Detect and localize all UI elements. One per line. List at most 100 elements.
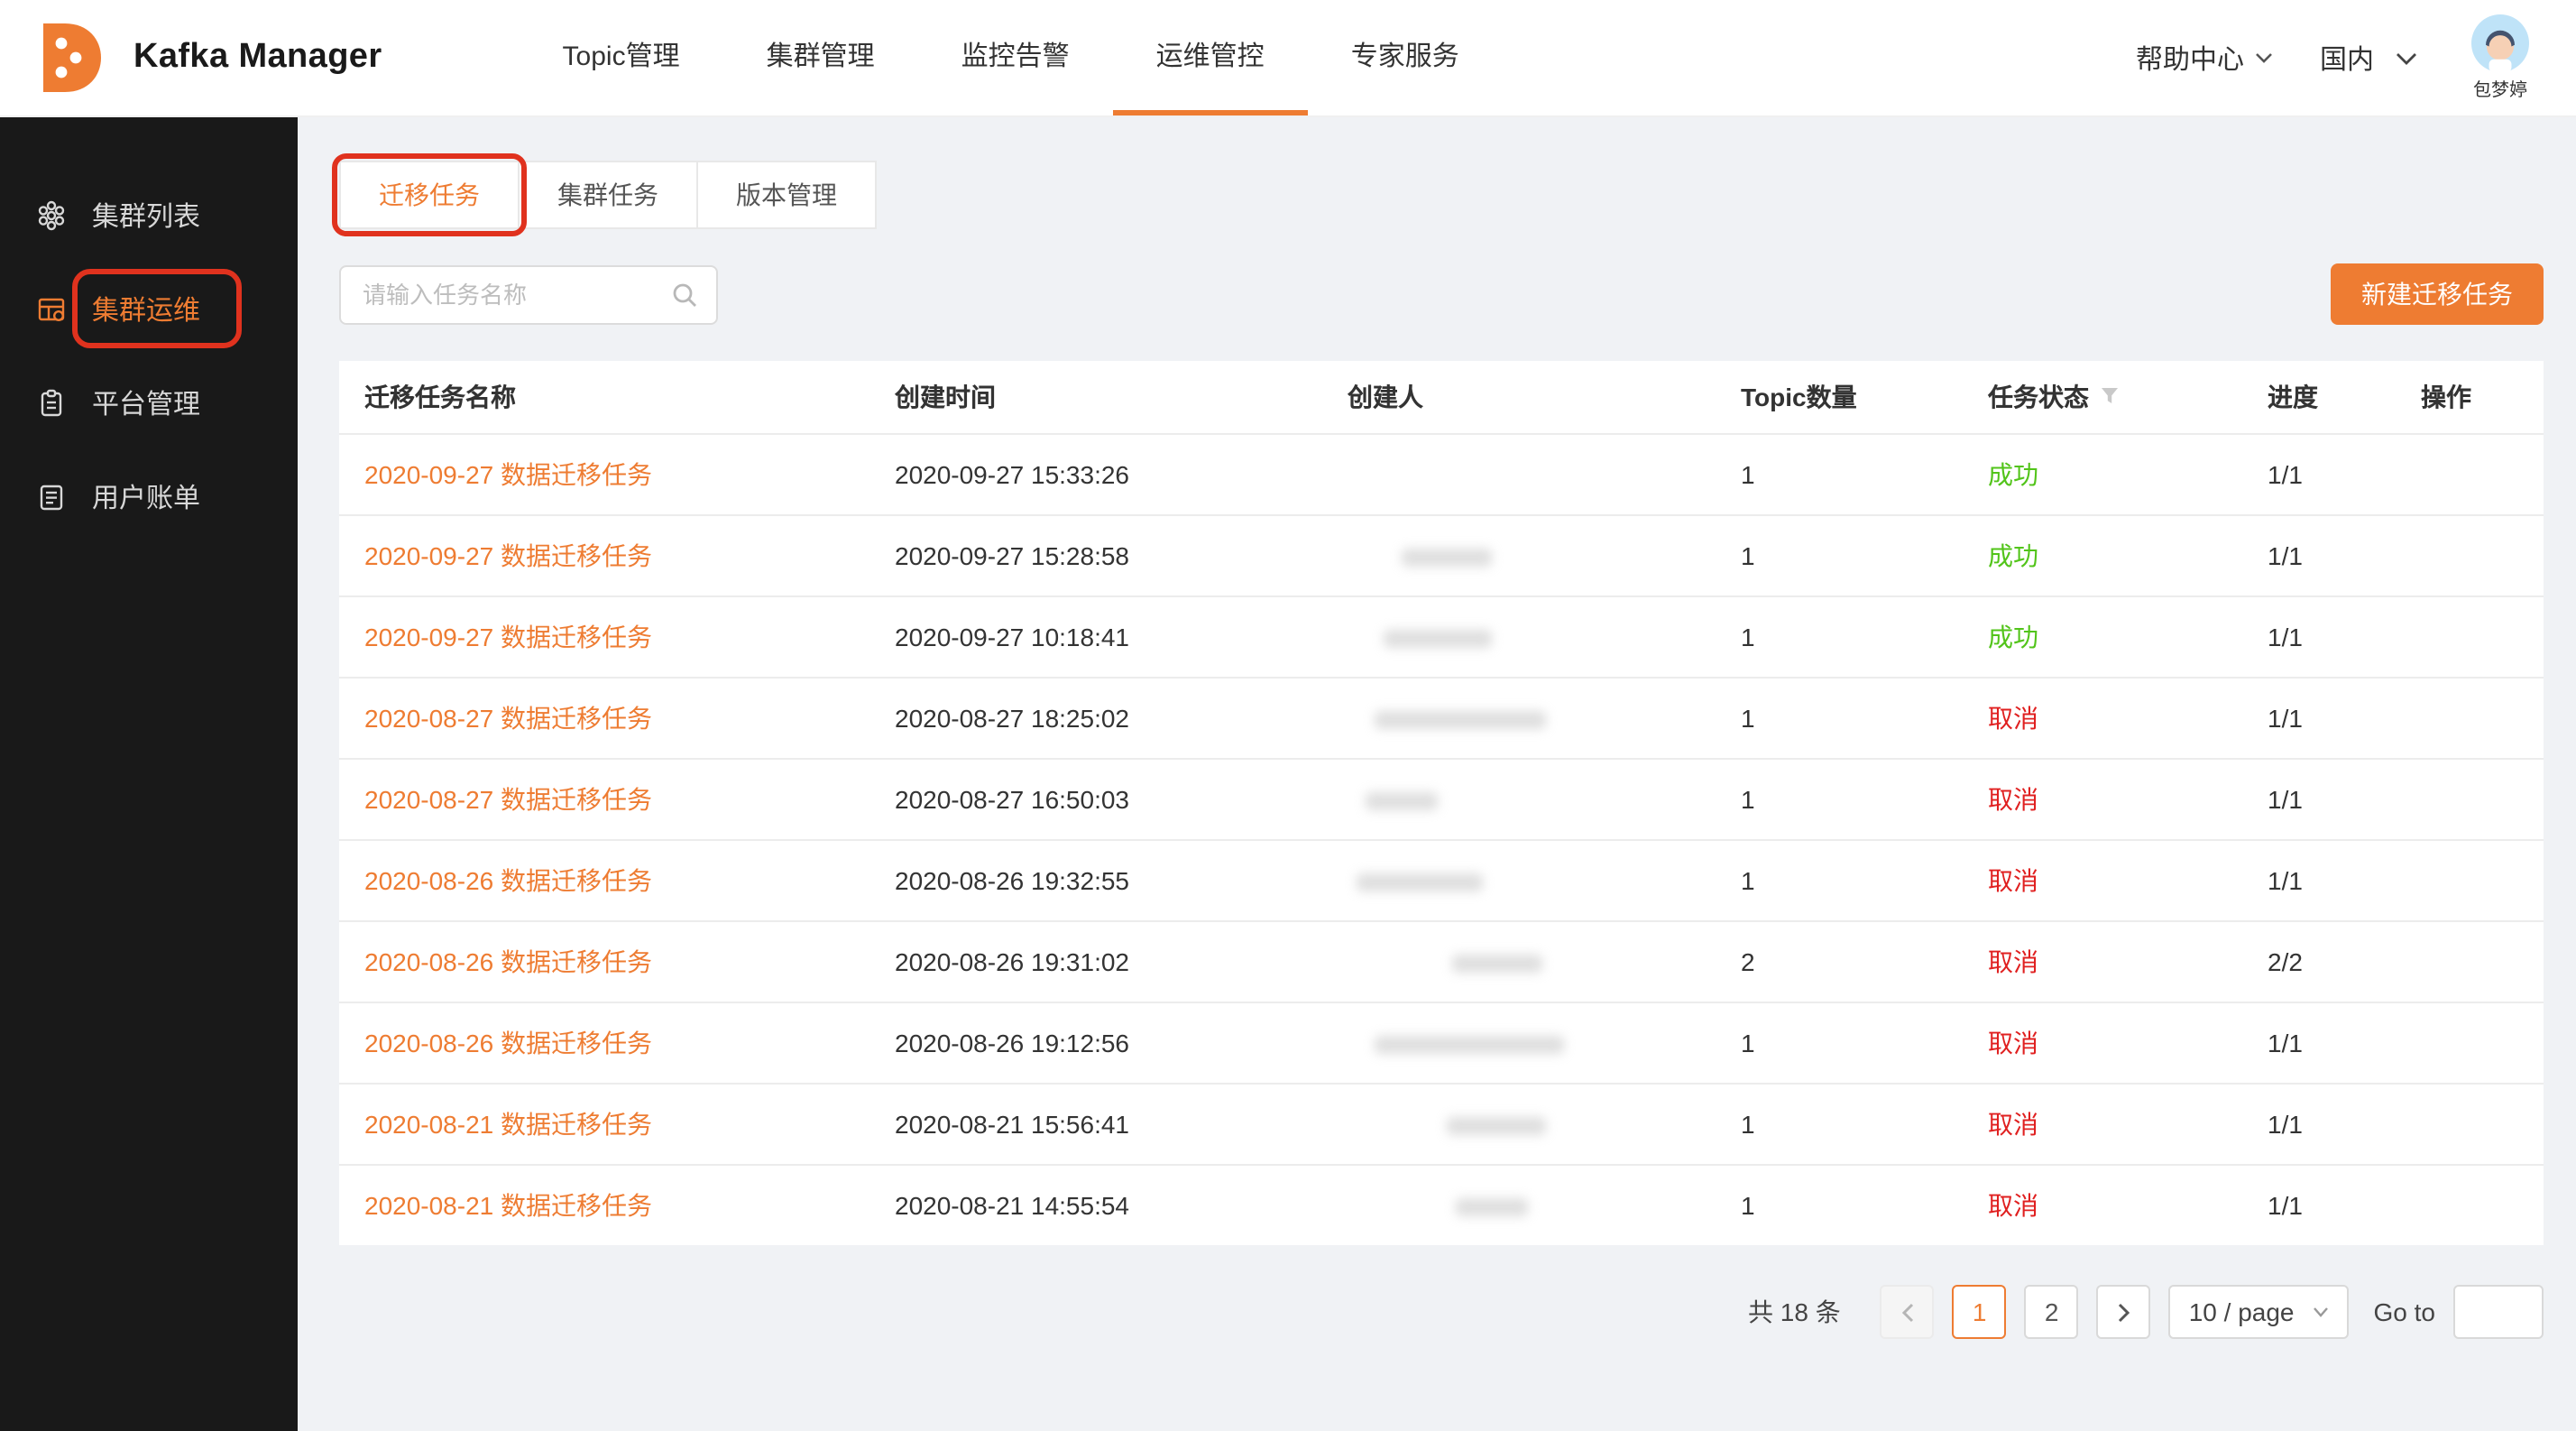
tab-cluster-tasks[interactable]: 集群任务 bbox=[518, 161, 698, 229]
nav-expert-service[interactable]: 专家服务 bbox=[1308, 0, 1503, 115]
task-name-cell: 2020-08-27 数据迁移任务 bbox=[339, 677, 869, 758]
task-link[interactable]: 2020-09-27 数据迁移任务 bbox=[364, 459, 652, 488]
topic-count-cell: 1 bbox=[1716, 839, 1963, 920]
page-size-select[interactable]: 10 / page bbox=[2169, 1285, 2349, 1339]
actions-cell bbox=[2396, 839, 2544, 920]
created-cell: 2020-08-27 16:50:03 bbox=[869, 758, 1322, 839]
table-row: 2020-08-26 数据迁移任务 2020-08-26 19:12:56 1 … bbox=[339, 1002, 2544, 1083]
table-row: 2020-09-27 数据迁移任务 2020-09-27 10:18:41 1 … bbox=[339, 595, 2544, 677]
table-row: 2020-08-21 数据迁移任务 2020-08-21 15:56:41 1 … bbox=[339, 1083, 2544, 1164]
total-count: 共 18 条 bbox=[1748, 1294, 1841, 1330]
tab-label: 迁移任务 bbox=[379, 180, 480, 209]
sidebar-item-label: 用户账单 bbox=[92, 477, 200, 515]
task-link[interactable]: 2020-08-27 数据迁移任务 bbox=[364, 784, 652, 813]
progress-cell: 1/1 bbox=[2242, 1002, 2396, 1083]
task-link[interactable]: 2020-08-26 数据迁移任务 bbox=[364, 1028, 652, 1057]
redacted-creator bbox=[1375, 1036, 1564, 1054]
status-cell: 成功 bbox=[1963, 595, 2242, 677]
created-cell: 2020-09-27 15:28:58 bbox=[869, 514, 1322, 595]
task-name-cell: 2020-08-26 数据迁移任务 bbox=[339, 839, 869, 920]
goto-page-input[interactable] bbox=[2453, 1285, 2544, 1339]
toolbar: 新建迁移任务 bbox=[339, 263, 2544, 325]
redacted-creator bbox=[1452, 955, 1542, 973]
redacted-creator bbox=[1375, 711, 1546, 729]
redacted-creator bbox=[1384, 630, 1492, 648]
topic-count-cell: 1 bbox=[1716, 1083, 1963, 1164]
actions-cell bbox=[2396, 514, 2544, 595]
task-link[interactable]: 2020-08-27 数据迁移任务 bbox=[364, 703, 652, 732]
tab-version-manage[interactable]: 版本管理 bbox=[696, 161, 877, 229]
prev-page-button[interactable] bbox=[1881, 1285, 1935, 1339]
col-task-name: 迁移任务名称 bbox=[339, 361, 869, 433]
main-content: 迁移任务 集群任务 版本管理 bbox=[298, 115, 2576, 1431]
page-button-1[interactable]: 1 bbox=[1953, 1285, 2007, 1339]
task-link[interactable]: 2020-08-26 数据迁移任务 bbox=[364, 865, 652, 894]
col-creator: 创建人 bbox=[1322, 361, 1716, 433]
actions-cell bbox=[2396, 920, 2544, 1002]
table-header-row: 迁移任务名称 创建时间 创建人 Topic数量 任务状态 bbox=[339, 361, 2544, 433]
tab-migration-tasks[interactable]: 迁移任务 bbox=[339, 161, 520, 229]
search-icon[interactable] bbox=[671, 281, 698, 308]
topic-count-cell: 1 bbox=[1716, 1164, 1963, 1245]
status-cell: 取消 bbox=[1963, 1164, 2242, 1245]
region-label: 国内 bbox=[2320, 39, 2374, 77]
task-name-cell: 2020-08-21 数据迁移任务 bbox=[339, 1083, 869, 1164]
next-page-button[interactable] bbox=[2097, 1285, 2151, 1339]
nav-cluster-manage[interactable]: 集群管理 bbox=[723, 0, 918, 115]
nav-topic-manage[interactable]: Topic管理 bbox=[520, 0, 723, 115]
region-selector[interactable]: 国内 bbox=[2320, 39, 2417, 77]
actions-cell bbox=[2396, 758, 2544, 839]
nav-monitor-alert[interactable]: 监控告警 bbox=[918, 0, 1113, 115]
task-name-cell: 2020-09-27 数据迁移任务 bbox=[339, 595, 869, 677]
creator-cell bbox=[1322, 433, 1716, 514]
search-input[interactable] bbox=[359, 279, 671, 309]
chevron-down-icon bbox=[2255, 52, 2273, 63]
sidebar: 集群列表 集群运维 bbox=[0, 115, 298, 1431]
page-button-2[interactable]: 2 bbox=[2025, 1285, 2079, 1339]
sidebar-item-cluster-list[interactable]: 集群列表 bbox=[0, 173, 298, 256]
app-logo-icon bbox=[36, 20, 108, 96]
tab-label: 版本管理 bbox=[736, 180, 837, 209]
topic-count-cell: 2 bbox=[1716, 920, 1963, 1002]
redacted-creator bbox=[1366, 792, 1438, 810]
task-link[interactable]: 2020-08-26 数据迁移任务 bbox=[364, 946, 652, 975]
creator-cell bbox=[1322, 1002, 1716, 1083]
creator-cell bbox=[1322, 514, 1716, 595]
task-link[interactable]: 2020-09-27 数据迁移任务 bbox=[364, 622, 652, 651]
tab-label: 集群任务 bbox=[557, 180, 658, 209]
actions-cell bbox=[2396, 1083, 2544, 1164]
status-cell: 成功 bbox=[1963, 433, 2242, 514]
created-cell: 2020-09-27 10:18:41 bbox=[869, 595, 1322, 677]
task-link[interactable]: 2020-08-21 数据迁移任务 bbox=[364, 1191, 652, 1220]
sidebar-item-platform-manage[interactable]: 平台管理 bbox=[0, 361, 298, 444]
actions-cell bbox=[2396, 433, 2544, 514]
task-name-cell: 2020-08-26 数据迁移任务 bbox=[339, 1002, 869, 1083]
task-name-cell: 2020-08-21 数据迁移任务 bbox=[339, 1164, 869, 1245]
topic-count-cell: 1 bbox=[1716, 677, 1963, 758]
page-body: 集群列表 集群运维 bbox=[0, 115, 2576, 1431]
status-cell: 取消 bbox=[1963, 677, 2242, 758]
search-box bbox=[339, 264, 718, 324]
created-cell: 2020-08-21 14:55:54 bbox=[869, 1164, 1322, 1245]
pagination: 共 18 条 1 2 10 / page Go to bbox=[339, 1285, 2544, 1375]
table-row: 2020-09-27 数据迁移任务 2020-09-27 15:28:58 1 … bbox=[339, 514, 2544, 595]
top-header: Kafka Manager Topic管理 集群管理 监控告警 运维管控 专家服… bbox=[0, 0, 2576, 115]
col-progress: 进度 bbox=[2242, 361, 2396, 433]
task-name-cell: 2020-09-27 数据迁移任务 bbox=[339, 433, 869, 514]
nav-ops-control[interactable]: 运维管控 bbox=[1113, 0, 1308, 115]
created-cell: 2020-08-26 19:31:02 bbox=[869, 920, 1322, 1002]
col-topic-count: Topic数量 bbox=[1716, 361, 1963, 433]
help-center-menu[interactable]: 帮助中心 bbox=[2136, 39, 2273, 77]
sidebar-item-user-billing[interactable]: 用户账单 bbox=[0, 455, 298, 538]
filter-icon[interactable] bbox=[2100, 387, 2120, 407]
task-link[interactable]: 2020-09-27 数据迁移任务 bbox=[364, 540, 652, 569]
create-migration-task-button[interactable]: 新建迁移任务 bbox=[2331, 263, 2544, 325]
creator-cell bbox=[1322, 677, 1716, 758]
progress-cell: 1/1 bbox=[2242, 1164, 2396, 1245]
progress-cell: 1/1 bbox=[2242, 433, 2396, 514]
goto-label: Go to bbox=[2374, 1297, 2436, 1326]
sidebar-item-cluster-ops[interactable]: 集群运维 bbox=[0, 267, 298, 350]
task-link[interactable]: 2020-08-21 数据迁移任务 bbox=[364, 1109, 652, 1138]
user-profile[interactable]: 包梦婷 bbox=[2471, 14, 2529, 101]
table-row: 2020-09-27 数据迁移任务 2020-09-27 15:33:26 1 … bbox=[339, 433, 2544, 514]
